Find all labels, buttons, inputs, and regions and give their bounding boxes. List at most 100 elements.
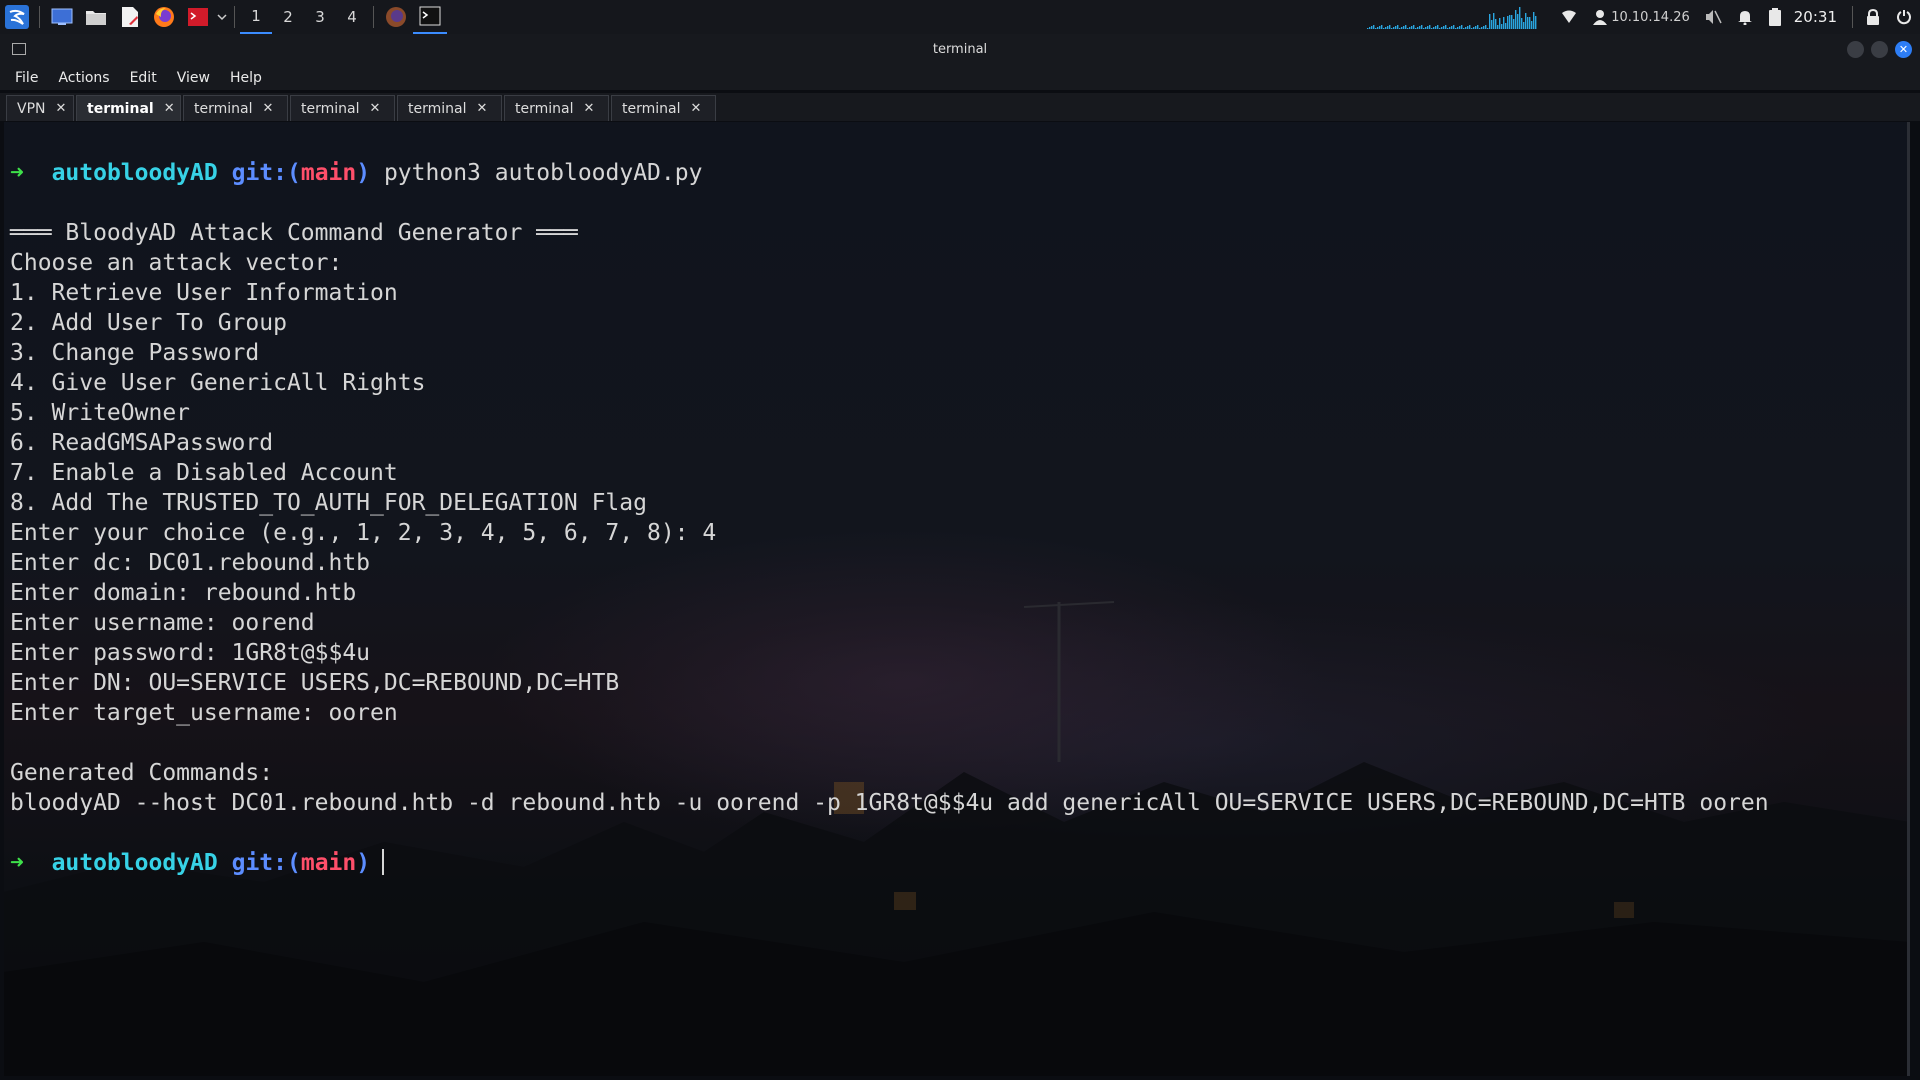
task-terminal[interactable]: [413, 0, 447, 34]
close-button[interactable]: ✕: [1895, 41, 1912, 58]
graph-bar: [1369, 27, 1371, 29]
graph-bar: [1461, 25, 1463, 29]
graph-bar: [1467, 26, 1469, 29]
graph-bar: [1373, 25, 1375, 29]
terminal-emulator-icon[interactable]: [184, 3, 212, 31]
close-tab-icon[interactable]: ✕: [164, 101, 175, 116]
menu-bar: File Actions Edit View Help: [0, 66, 1920, 90]
graph-bar: [1493, 13, 1495, 29]
power-icon[interactable]: [1896, 0, 1912, 34]
terminal-scrollbar[interactable]: [1907, 122, 1910, 1076]
panel-separator: [373, 6, 374, 28]
minimize-button[interactable]: [1847, 41, 1864, 58]
output-line: Enter dc: DC01.rebound.htb: [10, 550, 371, 576]
menu-file[interactable]: File: [8, 70, 45, 86]
graph-bar: [1445, 25, 1447, 29]
graph-bar: [1459, 26, 1461, 29]
prompt-line: ➜ autobloodyAD git:(main) python3 autobl…: [10, 158, 1769, 188]
menu-help[interactable]: Help: [223, 70, 269, 86]
prompt-git-close: ): [356, 850, 371, 876]
graph-bar: [1385, 27, 1387, 29]
prompt-git-label: git:(: [231, 160, 301, 186]
graph-bar: [1463, 28, 1465, 29]
graph-bar: [1447, 28, 1449, 29]
window-titlebar[interactable]: terminal ✕: [0, 34, 1920, 66]
graph-bar: [1479, 28, 1481, 29]
close-tab-icon[interactable]: ✕: [583, 101, 594, 116]
close-tab-icon[interactable]: ✕: [56, 101, 67, 116]
graph-bar: [1415, 28, 1417, 29]
network-graph: [1367, 7, 1537, 29]
graph-bar: [1397, 25, 1399, 29]
chevron-down-icon[interactable]: [215, 3, 229, 31]
firefox-icon[interactable]: [150, 3, 178, 31]
graph-bar: [1423, 28, 1425, 29]
tab-terminal-1[interactable]: terminal ✕: [76, 95, 181, 121]
graph-bar: [1387, 26, 1389, 29]
lock-icon[interactable]: [1866, 0, 1880, 34]
graph-bar: [1429, 25, 1431, 29]
tab-terminal-4[interactable]: terminal ✕: [397, 95, 502, 121]
tab-terminal-5[interactable]: terminal ✕: [504, 95, 609, 121]
wifi-icon[interactable]: [1561, 0, 1577, 34]
file-manager-icon[interactable]: [82, 3, 110, 31]
tab-bar: VPN ✕ terminal ✕ terminal ✕ terminal ✕ termi…: [0, 93, 1920, 121]
prompt-directory: autobloodyAD: [51, 850, 218, 876]
close-icon: ✕: [1898, 43, 1909, 56]
workspace-3[interactable]: 3: [304, 0, 336, 34]
menu-actions[interactable]: Actions: [51, 70, 116, 86]
graph-bar: [1465, 27, 1467, 29]
terminal-output[interactable]: ➜ autobloodyAD git:(main) python3 autobl…: [4, 122, 1910, 1076]
clock[interactable]: 20:31: [1794, 8, 1837, 26]
graph-bar: [1453, 25, 1455, 29]
close-tab-icon[interactable]: ✕: [690, 101, 701, 116]
close-tab-icon[interactable]: ✕: [476, 101, 487, 116]
output-line: 1. Retrieve User Information: [10, 280, 398, 306]
tab-terminal-6[interactable]: terminal ✕: [611, 95, 716, 121]
graph-bar: [1487, 28, 1489, 29]
desktop-icon[interactable]: [48, 3, 76, 31]
graph-bar: [1481, 27, 1483, 29]
graph-bar: [1451, 26, 1453, 29]
workspace-4[interactable]: 4: [336, 0, 368, 34]
close-tab-icon[interactable]: ✕: [369, 101, 380, 116]
graph-bar: [1499, 18, 1501, 29]
graph-bar: [1501, 24, 1503, 29]
task-firefox[interactable]: [379, 0, 413, 34]
menu-view[interactable]: View: [170, 70, 217, 86]
graph-bar: [1431, 28, 1433, 29]
graph-bar: [1525, 13, 1527, 29]
prompt-arrow: ➜: [10, 850, 24, 876]
tab-vpn[interactable]: VPN ✕: [6, 95, 74, 121]
output-line: ═══ BloodyAD Attack Command Generator ══…: [10, 220, 578, 246]
output-line: 3. Change Password: [10, 340, 260, 366]
graph-bar: [1533, 12, 1535, 29]
close-tab-icon[interactable]: ✕: [262, 101, 273, 116]
graph-bar: [1523, 22, 1525, 29]
desktop: 1 2 3 4 10.10.14.26 20:31 terminal ✕ Fil…: [0, 0, 1920, 1080]
graph-bar: [1381, 25, 1383, 29]
output-line: Generated Commands:: [10, 760, 274, 786]
kali-menu-icon[interactable]: [3, 3, 31, 31]
workspace-1[interactable]: 1: [240, 0, 272, 34]
text-editor-icon[interactable]: [116, 3, 144, 31]
maximize-button[interactable]: [1871, 41, 1888, 58]
graph-bar: [1455, 28, 1457, 29]
menu-edit[interactable]: Edit: [123, 70, 164, 86]
graph-bar: [1521, 18, 1523, 29]
tab-terminal-3[interactable]: terminal ✕: [290, 95, 395, 121]
graph-bar: [1483, 26, 1485, 29]
graph-bar: [1505, 23, 1507, 29]
graph-bar: [1439, 28, 1441, 29]
graph-bar: [1527, 17, 1529, 29]
bell-icon[interactable]: [1737, 0, 1752, 34]
tab-terminal-2[interactable]: terminal ✕: [183, 95, 288, 121]
speaker-muted-icon[interactable]: [1704, 0, 1722, 34]
graph-bar: [1427, 26, 1429, 29]
graph-bar: [1513, 19, 1515, 29]
panel-separator: [234, 6, 235, 28]
graph-bar: [1421, 25, 1423, 29]
vpn-user-icon: [1593, 0, 1608, 34]
graph-bar: [1515, 10, 1517, 29]
workspace-2[interactable]: 2: [272, 0, 304, 34]
